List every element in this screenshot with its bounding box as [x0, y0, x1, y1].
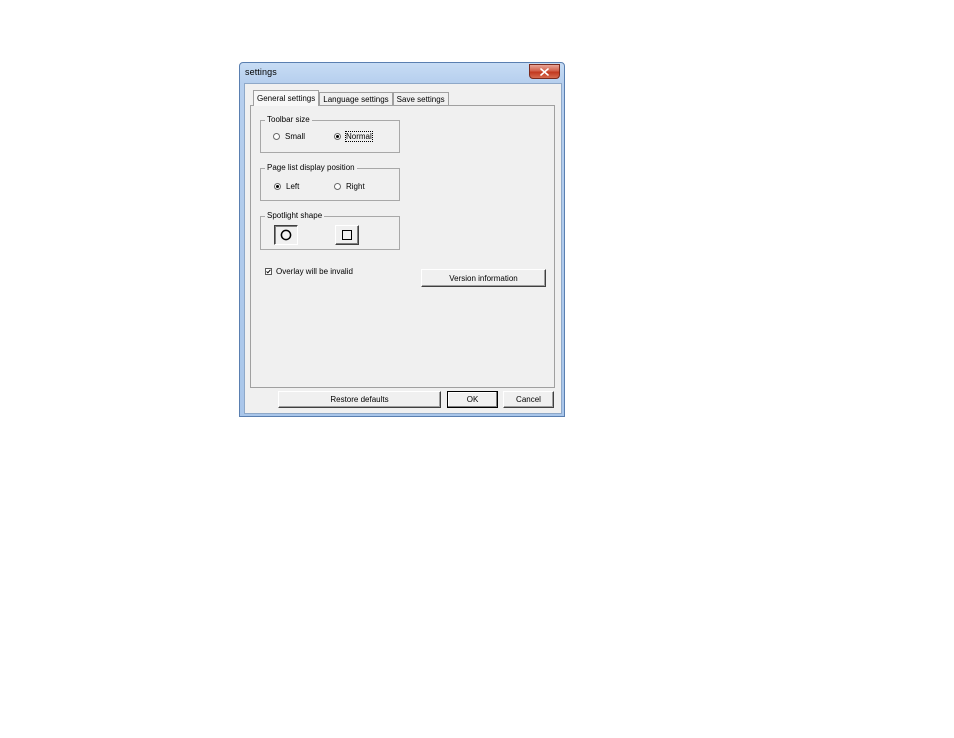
radio-small-indicator[interactable]	[273, 133, 280, 140]
spotlight-circle-button[interactable]	[274, 225, 298, 245]
radio-normal[interactable]: Normal	[334, 131, 373, 142]
overlay-invalid-checkbox[interactable]: Overlay will be invalid	[265, 267, 353, 276]
general-settings-panel: Toolbar size Small Normal Page list disp…	[250, 105, 555, 388]
restore-defaults-button[interactable]: Restore defaults	[278, 391, 441, 408]
spotlight-shape-legend: Spotlight shape	[265, 211, 325, 221]
overlay-checkbox-box[interactable]	[265, 268, 272, 275]
radio-small-label: Small	[285, 132, 306, 141]
radio-small[interactable]: Small	[273, 132, 305, 141]
window-title: settings	[245, 67, 277, 77]
tab-general-settings[interactable]: General settings	[253, 90, 320, 106]
radio-left-label: Left	[286, 182, 300, 191]
ok-button[interactable]: OK	[447, 391, 498, 408]
tab-strip: General settings Language settings Save …	[253, 90, 449, 106]
spotlight-shape-group: Spotlight shape	[260, 211, 400, 250]
radio-normal-indicator[interactable]	[334, 133, 341, 140]
page-list-position-legend: Page list display position	[265, 163, 357, 173]
title-bar[interactable]: settings	[240, 63, 564, 83]
close-icon	[540, 67, 549, 76]
settings-dialog: settings General settings Language setti…	[239, 62, 565, 417]
overlay-checkbox-label: Overlay will be invalid	[276, 267, 353, 276]
close-button[interactable]	[529, 64, 560, 79]
radio-left[interactable]: Left	[274, 182, 299, 191]
toolbar-size-legend: Toolbar size	[265, 115, 312, 125]
square-icon	[342, 230, 352, 240]
radio-normal-label: Normal	[345, 131, 373, 142]
circle-icon	[280, 229, 292, 241]
cancel-button[interactable]: Cancel	[503, 391, 554, 408]
checkmark-icon	[266, 269, 271, 274]
radio-right-label: Right	[346, 182, 365, 191]
tab-save-settings[interactable]: Save settings	[392, 92, 449, 106]
page-list-position-group: Page list display position Left Right	[260, 163, 400, 201]
version-information-button[interactable]: Version information	[421, 269, 546, 287]
radio-left-indicator[interactable]	[274, 183, 281, 190]
toolbar-size-group: Toolbar size Small Normal	[260, 115, 400, 153]
radio-right-indicator[interactable]	[334, 183, 341, 190]
dialog-client-area: General settings Language settings Save …	[244, 83, 562, 414]
spotlight-square-button[interactable]	[335, 225, 359, 245]
radio-right[interactable]: Right	[334, 182, 365, 191]
tab-language-settings[interactable]: Language settings	[319, 92, 393, 106]
